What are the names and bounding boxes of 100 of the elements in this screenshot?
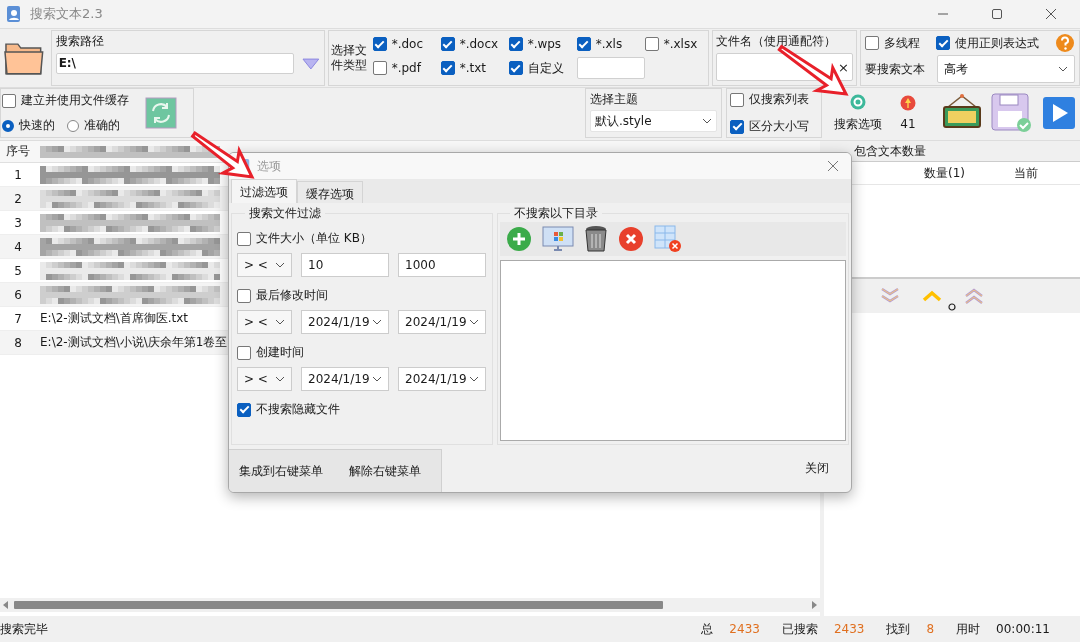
checkbox[interactable] [936, 36, 950, 50]
checkbox-label: 建立并使用文件缓存 [21, 92, 129, 109]
scrollbar-thumb[interactable] [14, 601, 664, 609]
checkbox-label: 文件大小（单位 KB） [256, 230, 372, 247]
clear-list-icon[interactable] [654, 225, 682, 253]
search-text-field[interactable]: 高考 [937, 55, 1075, 83]
checkbox-label: 多线程 [884, 34, 920, 52]
checkbox-label: *.doc [391, 37, 423, 51]
checkbox-label: 自定义 [527, 59, 564, 77]
close-icon[interactable] [827, 160, 839, 172]
status-message: 搜索完毕 [0, 620, 48, 638]
radio-label: 准确的 [84, 117, 120, 134]
caret-icon [275, 319, 285, 325]
checkbox-label: 最后修改时间 [256, 287, 328, 304]
column-header[interactable]: 数量(1) [924, 164, 1014, 182]
file-path[interactable]: E:\2-测试文档\首席御医.txt [40, 310, 188, 327]
checkbox[interactable] [440, 37, 455, 51]
date-picker[interactable]: 2024/1/19 [398, 367, 486, 391]
checkbox[interactable] [730, 92, 744, 107]
checkbox-label: *.xls [595, 37, 623, 51]
date-picker[interactable]: 2024/1/19 [301, 367, 389, 391]
stat-label: 用时 [956, 620, 981, 638]
operator-select[interactable]: > < [237, 367, 292, 391]
date-picker[interactable]: 2024/1/19 [301, 310, 389, 334]
add-icon[interactable] [506, 226, 532, 252]
result-count: 41 [900, 117, 916, 131]
row-number: 6 [13, 287, 23, 302]
caret-icon [275, 376, 285, 382]
checkbox[interactable] [440, 61, 455, 75]
clear-button[interactable]: × [838, 59, 849, 75]
stat-label: 已搜索 [781, 620, 818, 638]
radio-button[interactable] [67, 119, 79, 132]
caret-icon [275, 262, 285, 268]
checkbox[interactable] [237, 402, 251, 417]
checkbox[interactable] [576, 37, 591, 51]
caret-icon [1058, 66, 1068, 72]
close-icon[interactable] [1045, 8, 1057, 20]
column-header[interactable]: 序号 [0, 143, 36, 160]
checkbox-label: 仅搜索列表 [749, 91, 809, 108]
checkbox-label: *.txt [459, 61, 486, 75]
tab[interactable]: 过滤选项 [231, 179, 297, 203]
scroll-right-icon[interactable] [810, 601, 818, 609]
circle-icon [948, 303, 956, 311]
checkbox-label: 区分大小写 [749, 118, 809, 135]
checkbox[interactable] [865, 36, 879, 50]
checkbox[interactable] [237, 345, 251, 360]
checkbox[interactable] [2, 93, 16, 108]
help-icon[interactable] [1055, 33, 1075, 53]
panel-title: 包含文本数量 [853, 143, 927, 160]
operator-select[interactable]: > < [237, 310, 292, 334]
checkbox[interactable] [508, 61, 523, 75]
path-field[interactable]: E:\ [55, 53, 294, 74]
filename-label: 文件名（使用通配符） [716, 33, 838, 50]
stat-value: 2433 [833, 622, 865, 636]
row-number: 8 [13, 335, 23, 350]
checkbox[interactable] [644, 37, 659, 51]
remove-icon[interactable] [618, 226, 644, 252]
tab[interactable]: 缓存选项 [297, 181, 363, 203]
checkbox[interactable] [730, 119, 744, 134]
monitor-icon[interactable] [542, 226, 574, 252]
checkbox[interactable] [372, 37, 387, 51]
trash-icon[interactable] [584, 225, 608, 253]
scroll-left-icon[interactable] [2, 601, 10, 609]
date-picker[interactable]: 2024/1/19 [398, 310, 486, 334]
search-options-button[interactable]: 搜索选项 [834, 115, 882, 133]
checkbox[interactable] [508, 37, 523, 51]
number-field[interactable]: 10 [301, 253, 389, 277]
close-button[interactable]: 关闭 [805, 460, 829, 477]
gear-icon[interactable] [850, 93, 866, 110]
menu-button[interactable]: 集成到右键菜单 [239, 462, 323, 480]
menu-button[interactable]: 解除右键菜单 [349, 462, 421, 480]
row-number: 4 [13, 239, 23, 254]
radio-button[interactable] [2, 119, 14, 132]
column-header[interactable]: 当前 [1014, 164, 1064, 182]
row-number: 3 [13, 215, 23, 230]
checkbox-label: 创建时间 [256, 344, 304, 361]
search-text-label: 要搜索文本 [865, 60, 925, 78]
caret-icon [469, 319, 479, 325]
checkbox[interactable] [372, 61, 387, 75]
checkbox-label: *.xlsx [663, 37, 698, 51]
radio-label: 快速的 [19, 117, 55, 134]
window-title: 搜索文本2.3 [30, 5, 103, 23]
caret-icon [372, 319, 382, 325]
pin-icon [900, 95, 916, 111]
theme-select[interactable]: 默认.style [590, 110, 717, 132]
operator-select[interactable]: > < [237, 253, 292, 277]
stat-value: 8 [926, 622, 935, 636]
path-label: 搜索路径 [55, 33, 105, 50]
checkbox[interactable] [237, 231, 251, 246]
file-type-label: 选择文件类型 [330, 43, 368, 73]
play-icon[interactable] [1042, 96, 1076, 130]
checkbox[interactable] [237, 288, 251, 303]
theme-label: 选择主题 [590, 91, 639, 108]
app-icon [6, 5, 22, 23]
maximize-icon[interactable] [991, 8, 1003, 20]
group-title: 搜索文件过滤 [248, 205, 322, 222]
dropdown-triangle-icon[interactable] [301, 57, 320, 70]
file-path[interactable]: E:\2-测试文档\小说\庆余年第1卷至 [40, 334, 228, 351]
custom-type-field[interactable] [576, 57, 645, 79]
number-field[interactable]: 1000 [398, 253, 486, 277]
